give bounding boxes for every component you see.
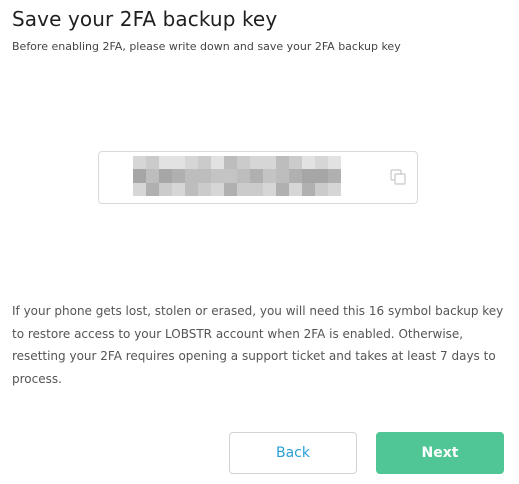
key-blur-cell (328, 169, 341, 183)
key-blur-cell (146, 182, 159, 196)
key-blur-cell (185, 182, 198, 196)
key-blur-cell (237, 182, 250, 196)
key-blur-cell (133, 182, 146, 196)
key-blur-cell (315, 156, 328, 170)
key-blur-cell (198, 169, 211, 183)
copy-icon[interactable] (389, 168, 407, 186)
key-blur-cell (276, 169, 289, 183)
key-blur-cell (198, 182, 211, 196)
backup-key-dialog: Save your 2FA backup key Before enabling… (0, 0, 519, 484)
back-button[interactable]: Back (229, 432, 357, 474)
key-blur-cell (328, 156, 341, 170)
key-blur-cell (133, 156, 146, 170)
key-blur-cell (172, 169, 185, 183)
key-blur-cell (146, 156, 159, 170)
key-blur-cell (315, 182, 328, 196)
key-blur-cell (250, 169, 263, 183)
key-blur-cell (198, 156, 211, 170)
backup-key-value-obscured (133, 156, 341, 196)
key-blur-cell (276, 182, 289, 196)
key-blur-cell (211, 156, 224, 170)
key-blur-cell (211, 169, 224, 183)
key-blur-cell (159, 156, 172, 170)
key-blur-cell (315, 169, 328, 183)
key-blur-cell (263, 156, 276, 170)
key-blur-cell (146, 169, 159, 183)
key-blur-cell (185, 169, 198, 183)
key-blur-cell (276, 156, 289, 170)
key-blur-cell (133, 169, 146, 183)
key-blur-cell (159, 182, 172, 196)
backup-key-info-text: If your phone gets lost, stolen or erase… (12, 304, 504, 386)
key-blur-cell (211, 182, 224, 196)
next-button[interactable]: Next (376, 432, 504, 474)
key-blur-cell (302, 156, 315, 170)
dialog-title: Save your 2FA backup key (12, 7, 278, 31)
key-blur-cell (289, 169, 302, 183)
key-blur-cell (224, 169, 237, 183)
dialog-subtitle: Before enabling 2FA, please write down a… (12, 40, 401, 53)
key-blur-cell (237, 169, 250, 183)
backup-key-field[interactable] (98, 151, 418, 204)
key-blur-cell (224, 182, 237, 196)
key-blur-cell (302, 182, 315, 196)
key-blur-cell (250, 156, 263, 170)
key-blur-cell (263, 182, 276, 196)
key-blur-cell (237, 156, 250, 170)
key-blur-cell (224, 156, 237, 170)
key-blur-cell (289, 182, 302, 196)
key-blur-cell (289, 156, 302, 170)
key-blur-cell (250, 182, 263, 196)
key-blur-cell (328, 182, 341, 196)
key-blur-cell (172, 182, 185, 196)
key-blur-cell (159, 169, 172, 183)
key-blur-cell (172, 156, 185, 170)
key-blur-cell (185, 156, 198, 170)
key-blur-cell (302, 169, 315, 183)
key-blur-cell (263, 169, 276, 183)
